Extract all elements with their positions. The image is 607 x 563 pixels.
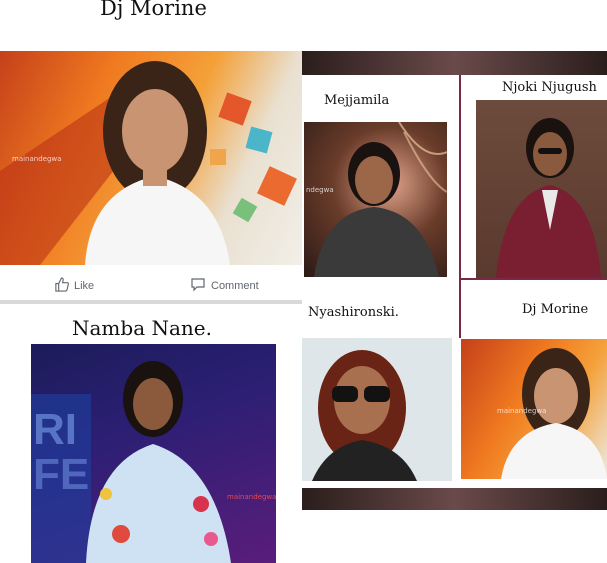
- caption-namba-nane: Namba Nane.: [72, 316, 212, 340]
- watermark-main: mainandegwa: [12, 155, 62, 163]
- comment-label: Comment: [211, 280, 259, 292]
- photo-dj-morine-small: mainandegwa: [461, 339, 607, 479]
- banner-top-dark: [302, 51, 607, 75]
- caption-mejjamila: Mejjamila: [324, 93, 390, 108]
- caption-dj-morine-small: Dj Morine: [522, 302, 589, 317]
- comment-bubble-icon: [190, 277, 206, 295]
- divider-left: [0, 300, 302, 304]
- photo-nyashironski: [302, 338, 452, 481]
- title-dj-morine: Dj Morine: [100, 0, 207, 20]
- photo-njoki: [476, 100, 607, 278]
- grid-vertical-line: [459, 75, 461, 338]
- thumbs-up-icon: [54, 277, 69, 295]
- banner-bottom-dark: [302, 488, 607, 510]
- grid-horizontal-line: [459, 278, 607, 280]
- svg-text:RI: RI: [33, 405, 77, 454]
- photo-dj-morine-main: mainandegwa: [0, 51, 302, 265]
- caption-nyashironski: Nyashironski.: [308, 305, 399, 320]
- comment-button[interactable]: Comment: [190, 277, 259, 295]
- photo-namba-nane: RI FE mainandegwa: [31, 344, 276, 563]
- watermark-namba: mainandegwa: [227, 493, 276, 501]
- watermark-mejjamila: ndegwa: [306, 186, 334, 194]
- watermark-dj-small: mainandegwa: [497, 407, 547, 415]
- like-label: Like: [74, 280, 95, 292]
- like-button[interactable]: Like: [54, 277, 94, 295]
- svg-text:FE: FE: [33, 450, 89, 499]
- caption-njoki: Njoki Njugush: [502, 80, 597, 95]
- photo-mejjamila: ndegwa: [304, 122, 447, 277]
